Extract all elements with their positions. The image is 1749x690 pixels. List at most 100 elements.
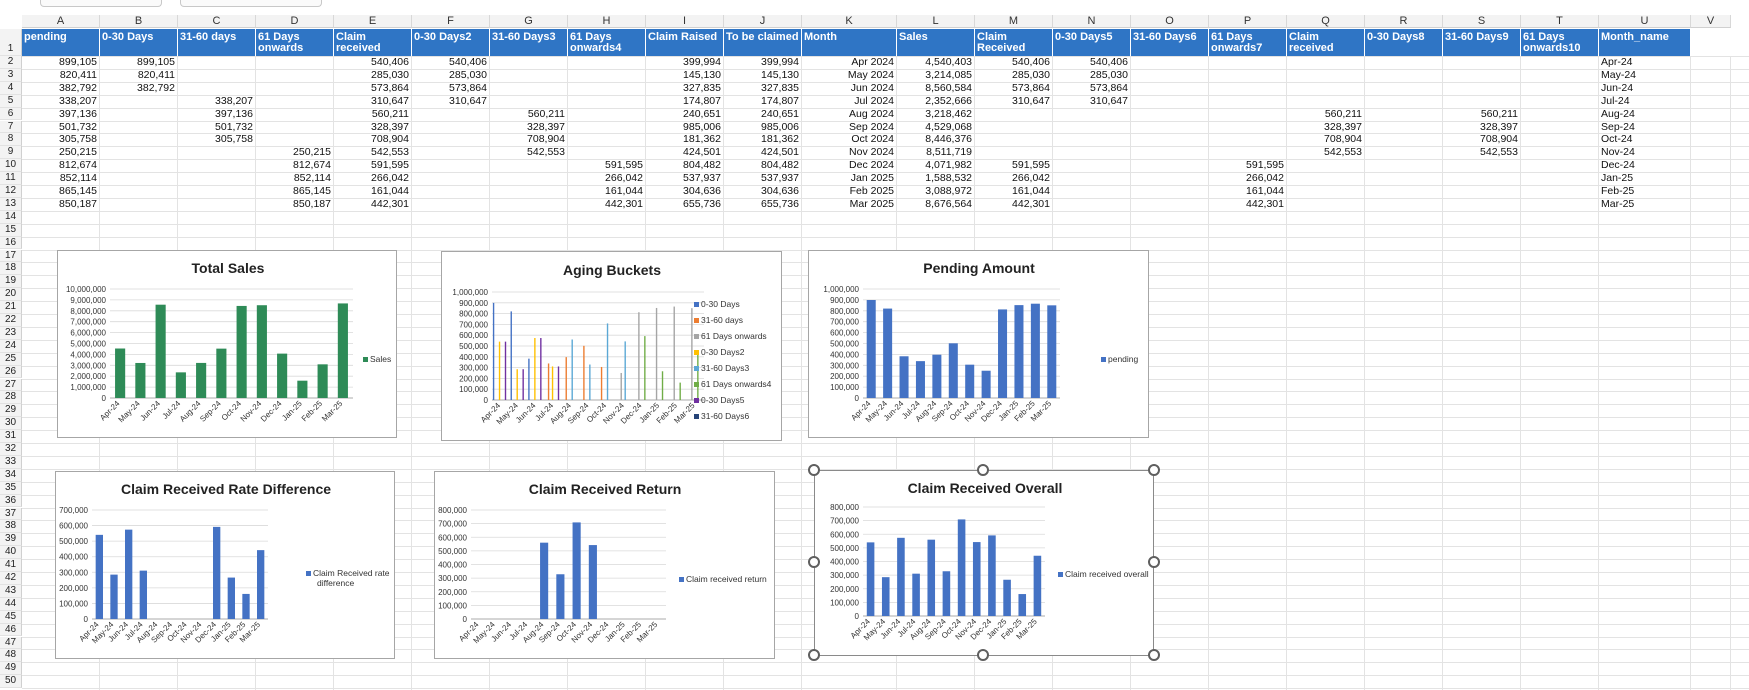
data-cell[interactable]: 310,647 — [412, 95, 487, 107]
data-cell[interactable]: 399,994 — [646, 57, 721, 68]
data-cell[interactable]: 573,864 — [1053, 82, 1128, 94]
data-cell[interactable]: 812,674 — [256, 160, 331, 171]
row-number[interactable]: 5 — [0, 94, 22, 108]
data-cell[interactable]: 3,088,972 — [897, 186, 972, 197]
data-cell[interactable]: 573,864 — [975, 82, 1050, 94]
data-cell[interactable]: 240,651 — [724, 108, 799, 120]
data-cell[interactable]: Jul 2024 — [802, 95, 894, 107]
column-header[interactable]: T — [1521, 15, 1599, 28]
data-cell[interactable]: 865,145 — [22, 186, 97, 197]
row-number[interactable]: 22 — [0, 314, 22, 327]
data-cell[interactable]: Dec-24 — [1601, 160, 1689, 171]
data-cell[interactable]: 397,136 — [22, 108, 97, 120]
row-number[interactable]: 23 — [0, 326, 22, 340]
column-header[interactable]: C — [178, 15, 256, 28]
data-cell[interactable]: Dec 2024 — [802, 160, 894, 171]
data-cell[interactable]: 285,030 — [412, 69, 487, 81]
data-cell[interactable]: 591,595 — [975, 160, 1050, 171]
data-cell[interactable]: Aug 2024 — [802, 108, 894, 120]
resize-handle[interactable] — [1148, 649, 1160, 661]
data-cell[interactable]: 250,215 — [256, 147, 331, 158]
header-cell[interactable]: Claim received — [334, 29, 412, 56]
chart-claim-received-overall[interactable]: Claim Received Overall 0 100,000 200,000 300… — [814, 470, 1154, 656]
data-cell[interactable]: 266,042 — [334, 173, 409, 184]
data-cell[interactable]: Mar-25 — [1601, 198, 1689, 210]
header-cell[interactable]: 31-60 Days6 — [1131, 29, 1209, 56]
row-number[interactable]: 9 — [0, 146, 22, 160]
data-cell[interactable]: 3,218,462 — [897, 108, 972, 120]
column-header[interactable]: O — [1131, 15, 1209, 28]
data-cell[interactable]: 424,501 — [646, 147, 721, 158]
column-header[interactable]: A — [22, 15, 100, 28]
row-number[interactable]: 17 — [0, 249, 22, 263]
data-cell[interactable]: 591,595 — [1209, 160, 1284, 171]
row-number[interactable]: 32 — [0, 443, 22, 456]
data-cell[interactable]: Mar 2025 — [802, 198, 894, 210]
row-number[interactable]: 11 — [0, 172, 22, 185]
ribbon-tab[interactable] — [40, 0, 162, 7]
data-cell[interactable]: 2,352,666 — [897, 95, 972, 107]
data-cell[interactable]: 442,301 — [334, 198, 409, 210]
data-cell[interactable]: Nov 2024 — [802, 147, 894, 158]
header-cell[interactable]: 61 Days onwards10 — [1521, 29, 1599, 56]
data-cell[interactable]: 304,636 — [646, 186, 721, 197]
data-cell[interactable]: 328,397 — [1443, 121, 1518, 133]
data-cell[interactable]: 804,482 — [724, 160, 799, 171]
header-cell[interactable]: To be claimed — [724, 29, 802, 56]
data-cell[interactable]: 161,044 — [975, 186, 1050, 197]
data-cell[interactable]: Aug-24 — [1601, 108, 1689, 120]
data-cell[interactable]: 338,207 — [22, 95, 97, 107]
data-cell[interactable]: Jul-24 — [1601, 95, 1689, 107]
data-cell[interactable]: 145,130 — [646, 69, 721, 81]
row-number[interactable]: 50 — [0, 675, 22, 689]
row-number[interactable]: 31 — [0, 430, 22, 443]
header-cell[interactable]: 31-60 days — [178, 29, 256, 56]
column-header[interactable]: F — [412, 15, 490, 28]
row-number[interactable]: 38 — [0, 520, 22, 534]
data-cell[interactable]: 985,006 — [724, 121, 799, 133]
row-number[interactable]: 35 — [0, 481, 22, 495]
column-header[interactable]: P — [1209, 15, 1287, 28]
data-cell[interactable]: 540,406 — [975, 57, 1050, 68]
row-number[interactable]: 13 — [0, 197, 22, 211]
data-cell[interactable]: 266,042 — [1209, 173, 1284, 184]
header-cell[interactable]: Claim Received — [975, 29, 1053, 56]
data-cell[interactable]: 540,406 — [334, 57, 409, 68]
data-cell[interactable]: 310,647 — [975, 95, 1050, 107]
data-cell[interactable]: 328,397 — [334, 121, 409, 133]
header-cell[interactable]: 31-60 Days9 — [1443, 29, 1521, 56]
data-cell[interactable]: 8,676,564 — [897, 198, 972, 210]
data-cell[interactable]: 708,904 — [334, 134, 409, 145]
row-number[interactable]: 36 — [0, 494, 22, 508]
data-cell[interactable]: 812,674 — [22, 160, 97, 171]
data-cell[interactable]: 591,595 — [334, 160, 409, 171]
column-header[interactable]: G — [490, 15, 568, 28]
column-header[interactable]: M — [975, 15, 1053, 28]
data-cell[interactable]: 8,511,719 — [897, 147, 972, 158]
data-cell[interactable]: 708,904 — [1287, 134, 1362, 145]
resize-handle[interactable] — [977, 464, 989, 476]
data-cell[interactable]: 540,406 — [1053, 57, 1128, 68]
resize-handle[interactable] — [977, 649, 989, 661]
resize-handle[interactable] — [808, 464, 820, 476]
data-cell[interactable]: 560,211 — [334, 108, 409, 120]
data-cell[interactable]: 8,560,584 — [897, 82, 972, 94]
row-number[interactable]: 12 — [0, 185, 22, 198]
row-number[interactable]: 14 — [0, 210, 22, 224]
data-cell[interactable]: Oct 2024 — [802, 134, 894, 145]
row-number[interactable]: 15 — [0, 223, 22, 237]
header-cell[interactable]: Month — [802, 29, 897, 56]
row-number[interactable]: 1 — [0, 29, 22, 56]
data-cell[interactable]: 174,807 — [724, 95, 799, 107]
row-number[interactable]: 30 — [0, 417, 22, 431]
row-number[interactable]: 16 — [0, 236, 22, 250]
column-header[interactable]: N — [1053, 15, 1131, 28]
data-cell[interactable]: 305,758 — [22, 134, 97, 145]
data-cell[interactable]: 442,301 — [1209, 198, 1284, 210]
data-cell[interactable]: 382,792 — [100, 82, 175, 94]
data-cell[interactable]: 820,411 — [22, 69, 97, 81]
data-cell[interactable]: 850,187 — [256, 198, 331, 210]
row-number[interactable]: 21 — [0, 301, 22, 314]
data-cell[interactable]: 899,105 — [100, 57, 175, 68]
data-cell[interactable]: Jan 2025 — [802, 173, 894, 184]
